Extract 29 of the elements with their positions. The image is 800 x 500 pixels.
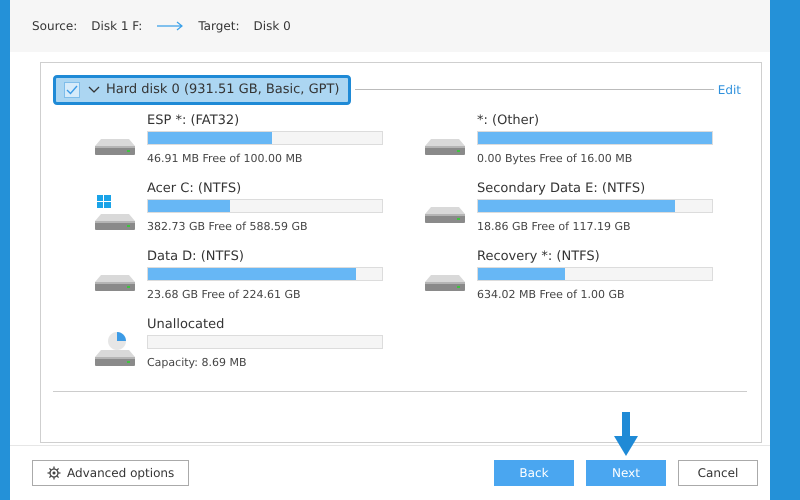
source-label: Source: — [32, 18, 78, 33]
windows-drive-icon — [93, 194, 137, 231]
checkmark-icon — [66, 84, 78, 95]
disk-header[interactable]: Hard disk 0 (931.51 GB, Basic, GPT) — [53, 74, 350, 105]
gear-icon — [47, 466, 61, 480]
partition-name: ESP *: (FAT32) — [147, 112, 240, 128]
partition-name: Data D: (NTFS) — [147, 248, 246, 264]
drive-pie-icon — [93, 330, 137, 367]
partition-name: Recovery *: (NTFS) — [477, 248, 601, 264]
source-value: Disk 1 F: — [91, 18, 142, 33]
partition-capacity: 46.91 MB Free of 100.00 MB — [147, 152, 304, 165]
target-value: Disk 0 — [254, 18, 291, 33]
disk-title: Hard disk 0 (931.51 GB, Basic, GPT) — [106, 82, 340, 98]
partition-name: *: (Other) — [477, 112, 540, 128]
partition-capacity: 18.86 GB Free of 117.19 GB — [477, 220, 632, 233]
right-arrow-icon — [156, 20, 184, 31]
checkbox[interactable] — [64, 82, 80, 98]
partition-capacity: 382.73 GB Free of 588.59 GB — [147, 220, 309, 233]
partition-capacity: 0.00 Bytes Free of 16.00 MB — [477, 152, 634, 165]
partition-name: Acer C: (NTFS) — [147, 180, 242, 196]
advanced-options-button[interactable]: Advanced options — [32, 460, 190, 486]
partition-capacity: Capacity: 8.69 MB — [147, 356, 248, 369]
footer-button[interactable]: Cancel — [678, 460, 758, 486]
down-arrow-icon — [614, 412, 638, 456]
target-label: Target: — [198, 18, 240, 33]
partition-capacity: 23.68 GB Free of 224.61 GB — [147, 288, 302, 301]
partition-name: Secondary Data E: (NTFS) — [477, 180, 646, 196]
partition-capacity: 634.02 MB Free of 1.00 GB — [477, 288, 626, 301]
partition-name: Unallocated — [147, 316, 226, 332]
